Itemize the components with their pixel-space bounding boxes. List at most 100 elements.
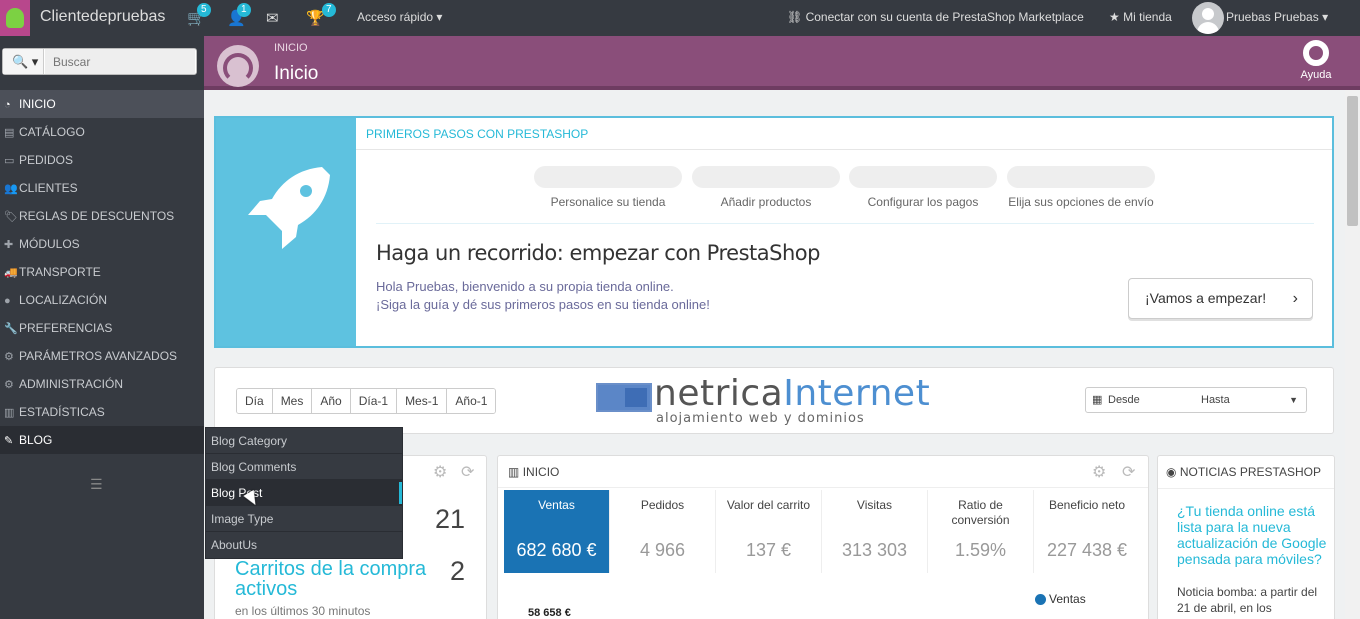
legend-label[interactable]: Ventas xyxy=(1049,592,1086,606)
kpi-label: Visitas xyxy=(856,498,893,512)
step-shipping[interactable]: Elija sus opciones de envío xyxy=(1007,166,1155,209)
brand-name: netricaInternet xyxy=(654,373,930,414)
blog-submenu: Blog Category Blog Comments Blog Post Im… xyxy=(205,427,403,559)
kpi-label: Pedidos xyxy=(640,498,685,512)
start-tour-button[interactable]: ¡Vamos a empezar! › xyxy=(1128,278,1313,319)
submenu-about-us[interactable]: AboutUs xyxy=(206,532,402,558)
kpi-cart-value[interactable]: Valor del carrito 137 € xyxy=(716,490,822,573)
trophy-notification[interactable]: 🏆 7 xyxy=(306,3,336,27)
news-body: Noticia bomba: a partir del 21 de abril,… xyxy=(1177,585,1318,615)
sidebar-item-clientes[interactable]: 👥CLIENTES xyxy=(0,174,204,202)
kpi-label: Valor del carrito xyxy=(726,498,811,512)
customers-notification[interactable]: 👤 1 xyxy=(227,3,251,27)
my-shop-link[interactable]: ★ Mi tienda xyxy=(1109,10,1172,24)
submenu-image-type[interactable]: Image Type xyxy=(206,506,402,532)
gear-icon[interactable]: ⚙ xyxy=(1092,462,1106,482)
calendar-icon: ▦ xyxy=(1092,394,1103,406)
kpi-label: Ventas xyxy=(538,498,575,512)
messages-notification[interactable]: ✉ xyxy=(266,9,279,27)
sidebar-item-estadisticas[interactable]: ▥ ESTADÍSTICAS xyxy=(0,398,204,426)
page-title: Inicio xyxy=(274,63,319,84)
onboarding-title: PRIMEROS PASOS CON PRESTASHOP xyxy=(366,127,589,141)
submenu-blog-category[interactable]: Blog Category xyxy=(206,428,402,454)
period-day-button[interactable]: Día xyxy=(237,389,273,413)
brand-logo-mark xyxy=(596,383,652,412)
period-prev-month-button[interactable]: Mes-1 xyxy=(397,389,448,413)
refresh-icon[interactable]: ⟳ xyxy=(1122,462,1135,482)
dashboard-title-label: INICIO xyxy=(522,465,560,479)
globe-icon: ● xyxy=(4,295,11,307)
sidebar-item-preferencias[interactable]: 🔧PREFERENCIAS xyxy=(0,314,204,342)
sidebar-item-label: REGLAS DE DESCUENTOS xyxy=(19,209,175,223)
gear-icon[interactable]: ⚙ xyxy=(433,462,447,482)
sidebar-item-modulos[interactable]: ✚ MÓDULOS xyxy=(0,230,204,258)
shop-name-link[interactable]: Clientedepruebas xyxy=(40,8,165,26)
onboarding-sidebar xyxy=(216,118,356,346)
sidebar-item-descuentos[interactable]: 🏷REGLAS DE DESCUENTOS xyxy=(0,202,204,230)
period-year-button[interactable]: Año xyxy=(312,389,351,413)
cog-icon: ⚙ xyxy=(4,379,14,391)
legend-dot[interactable] xyxy=(1035,594,1046,605)
kpi-value: 4 966 xyxy=(639,540,686,560)
sidebar-item-label: LOCALIZACIÓN xyxy=(19,293,108,307)
period-prev-year-button[interactable]: Año-1 xyxy=(447,389,496,413)
kpi-net-profit[interactable]: Beneficio neto 227 438 € xyxy=(1034,490,1140,573)
sidebar-item-catalogo[interactable]: ▤ CATÁLOGO xyxy=(0,118,204,146)
sidebar-item-label: ADMINISTRACIÓN xyxy=(19,377,124,391)
help-button[interactable]: Ayuda xyxy=(1296,40,1336,81)
sidebar-item-localizacion[interactable]: ● LOCALIZACIÓN xyxy=(0,286,204,314)
step-payments[interactable]: Configurar los pagos xyxy=(849,166,997,209)
search-input[interactable] xyxy=(45,49,195,74)
sidebar-item-administracion[interactable]: ⚙ ADMINISTRACIÓN xyxy=(0,370,204,398)
kpi-label: Beneficio neto xyxy=(1048,498,1126,512)
sidebar-item-transporte[interactable]: 🚚TRANSPORTE xyxy=(0,258,204,286)
sidebar: 🔍 ▾ ◔ INICIO ▤ CATÁLOGO ▭ PEDIDOS 👥CLIENTES… xyxy=(0,36,204,619)
refresh-icon[interactable]: ⟳ xyxy=(461,462,474,482)
news-headline-link[interactable]: ¿Tu tienda online está lista para la nue… xyxy=(1177,503,1327,567)
active-carts-label[interactable]: Carritos de la compra activos xyxy=(235,559,486,599)
quick-access-dropdown[interactable]: Acceso rápido ▾ xyxy=(357,10,442,24)
search-type-button[interactable]: 🔍 ▾ xyxy=(3,49,44,74)
sidebar-item-inicio[interactable]: ◔ INICIO xyxy=(0,90,204,118)
step-products[interactable]: Añadir productos xyxy=(692,166,840,209)
kpi-orders[interactable]: Pedidos 4 966 xyxy=(610,490,716,573)
kpi-conversion[interactable]: Ratio de conversión 1.59% xyxy=(928,490,1034,573)
collapse-menu-icon[interactable]: ☰ xyxy=(90,476,103,493)
active-carts-subtitle: en los últimos 30 minutos xyxy=(235,604,371,618)
avatar[interactable] xyxy=(1192,2,1224,34)
prestashop-logo[interactable] xyxy=(0,0,30,36)
kpi-sales[interactable]: Ventas 682 680 € xyxy=(504,490,610,573)
sidebar-item-parametros[interactable]: ⚙ PARÁMETROS AVANZADOS xyxy=(0,342,204,370)
sidebar-item-label: ESTADÍSTICAS xyxy=(19,405,105,419)
search-icon: 🔍 xyxy=(12,54,29,69)
submenu-blog-post[interactable]: Blog Post xyxy=(206,480,402,506)
dashboard-panel: ▥ INICIO ⚙ ⟳ Ventas 682 680 € Pedidos 4 … xyxy=(497,455,1149,619)
my-shop-label: Mi tienda xyxy=(1123,10,1172,24)
sidebar-item-blog[interactable]: ✎ BLOG xyxy=(0,426,204,454)
date-range-picker[interactable]: ▦ Desde Hasta ▼ xyxy=(1085,387,1307,413)
submenu-blog-comments[interactable]: Blog Comments xyxy=(206,454,402,480)
connect-marketplace-link[interactable]: ⛓ Conectar con su cuenta de PrestaShop M… xyxy=(787,10,1084,24)
orders-notification[interactable]: 🛒 5 xyxy=(187,3,211,27)
sidebar-item-pedidos[interactable]: ▭ PEDIDOS xyxy=(0,146,204,174)
chevron-right-icon: › xyxy=(1292,290,1298,307)
step-customize[interactable]: Personalice su tienda xyxy=(534,166,682,209)
period-month-button[interactable]: Mes xyxy=(272,389,313,413)
star-icon: ★ xyxy=(1109,10,1120,24)
kpi-row: Ventas 682 680 € Pedidos 4 966 Valor del… xyxy=(504,490,1140,573)
user-menu[interactable]: Pruebas Pruebas ▾ xyxy=(1226,10,1328,24)
envelope-icon: ✉ xyxy=(266,10,279,27)
page-scrollbar[interactable] xyxy=(1345,90,1360,619)
brand-banner[interactable]: netricaInternet alojamiento web y domini… xyxy=(570,370,970,436)
active-carts-value: 2 xyxy=(449,556,465,586)
sidebar-item-label: INICIO xyxy=(19,97,56,111)
caret-down-icon: ▾ xyxy=(436,10,443,24)
rss-icon: ◉ xyxy=(1166,465,1177,479)
scrollbar-thumb[interactable] xyxy=(1347,96,1358,226)
kpi-label: Ratio de conversión xyxy=(951,498,1010,527)
breadcrumb[interactable]: INICIO xyxy=(274,42,308,54)
period-prev-day-button[interactable]: Día-1 xyxy=(350,389,398,413)
kpi-visits[interactable]: Visitas 313 303 xyxy=(822,490,928,573)
step-label: Personalice su tienda xyxy=(550,195,666,209)
trophy-badge: 7 xyxy=(322,3,336,17)
